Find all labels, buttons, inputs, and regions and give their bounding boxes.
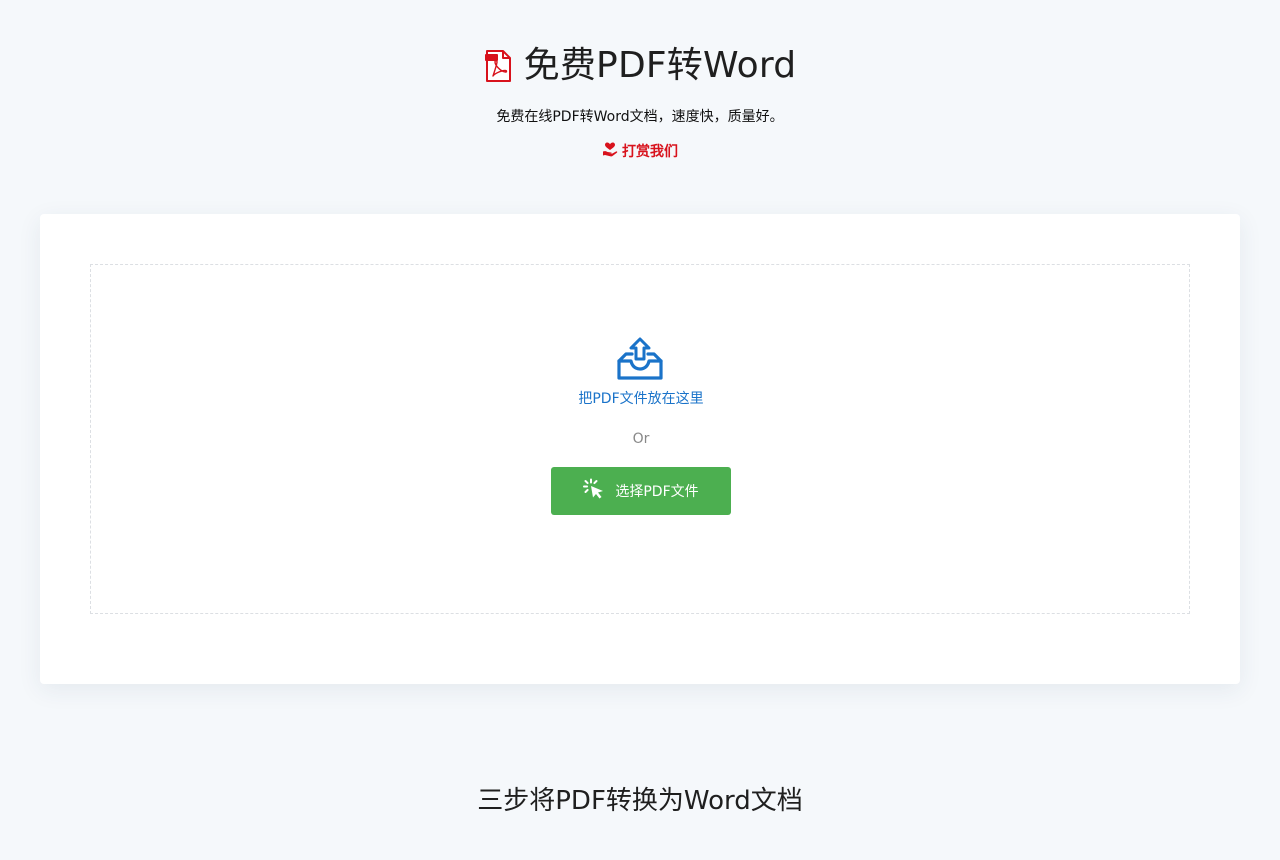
click-cursor-icon xyxy=(583,478,605,504)
steps-section-title: 三步将PDF转换为Word文档 xyxy=(477,786,803,816)
page-subtitle: 免费在线PDF转Word文档，速度快，质量好。 xyxy=(496,109,784,125)
drop-hint: 把PDF文件放在这里 xyxy=(578,391,704,407)
pdf-dropzone[interactable]: 把PDF文件放在这里 Or 选择PDF文件 xyxy=(90,264,1190,614)
upload-card: 把PDF文件放在这里 Or 选择PDF文件 xyxy=(40,214,1240,684)
upload-tray-icon xyxy=(615,337,665,381)
heart-hand-icon xyxy=(602,141,618,161)
pdf-file-icon xyxy=(484,50,512,82)
select-pdf-button[interactable]: 选择PDF文件 xyxy=(551,467,731,515)
donate-link[interactable]: 打赏我们 xyxy=(0,141,1280,161)
select-pdf-label: 选择PDF文件 xyxy=(615,484,699,500)
title-row: 免费PDF转Word xyxy=(0,44,1280,88)
donate-label: 打赏我们 xyxy=(622,144,678,160)
or-separator: Or xyxy=(632,431,650,447)
page-title: 免费PDF转Word xyxy=(523,45,797,86)
